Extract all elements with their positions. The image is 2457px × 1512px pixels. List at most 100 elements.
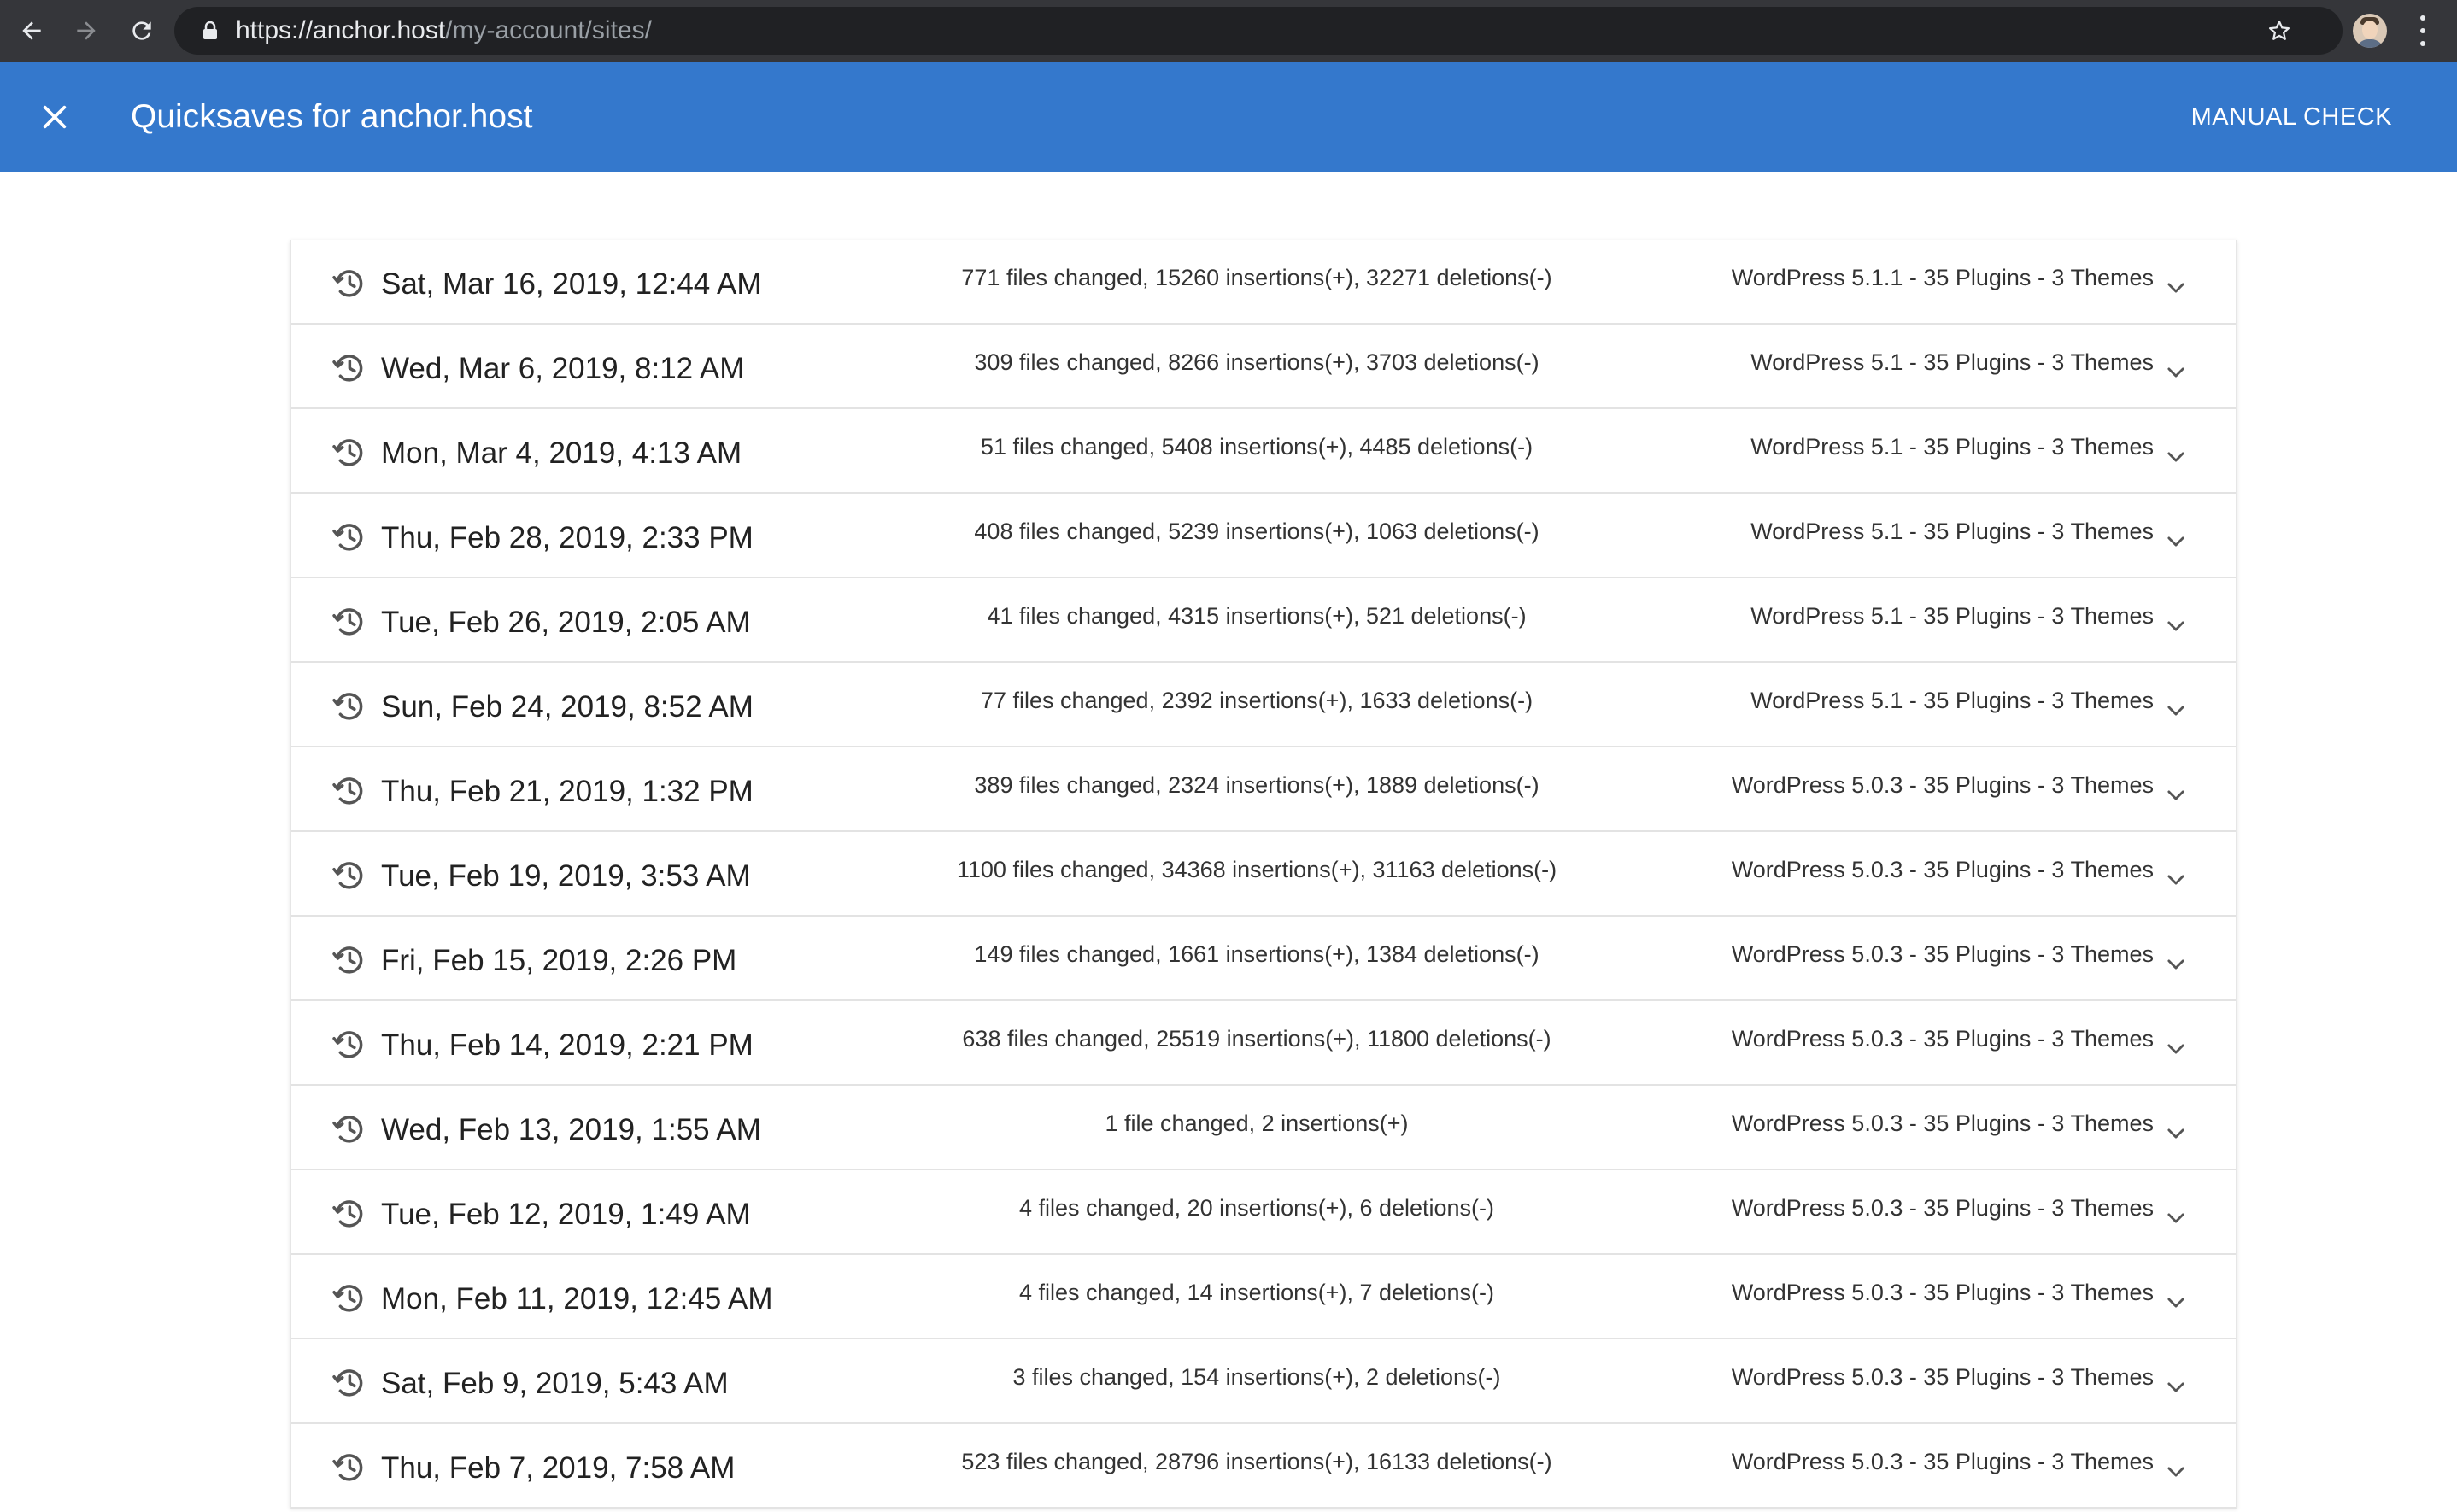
quicksave-date: Sun, Feb 24, 2019, 8:52 AM (381, 690, 754, 724)
quicksave-changes: 4 files changed, 14 insertions(+), 7 del… (1018, 1280, 1495, 1305)
quicksave-row[interactable]: Fri, Feb 15, 2019, 2:26 PM 149 files cha… (291, 917, 2236, 1001)
address-bar[interactable]: https://anchor.host/my-account/sites/ (174, 7, 2343, 55)
quicksave-row[interactable]: Thu, Feb 28, 2019, 2:33 PM 408 files cha… (291, 494, 2236, 578)
restore-icon (332, 1031, 363, 1058)
quicksave-summary: WordPress 5.0.3 - 35 Plugins - 3 Themes (1731, 1195, 2154, 1221)
page-title: Quicksaves for anchor.host (131, 98, 533, 135)
quicksave-date: Tue, Feb 19, 2019, 3:53 AM (381, 859, 751, 893)
chevron-down-icon[interactable] (2164, 1206, 2188, 1230)
quicksave-summary: WordPress 5.0.3 - 35 Plugins - 3 Themes (1731, 1111, 2154, 1136)
quicksave-row[interactable]: Thu, Feb 21, 2019, 1:32 PM 389 files cha… (291, 747, 2236, 832)
url-host: https://anchor.host (236, 16, 446, 44)
reload-button[interactable] (124, 13, 160, 49)
quicksave-changes: 4 files changed, 20 insertions(+), 6 del… (1018, 1195, 1495, 1221)
quicksave-date: Wed, Feb 13, 2019, 1:55 AM (381, 1113, 761, 1146)
restore-icon (332, 693, 363, 720)
quicksave-summary: WordPress 5.0.3 - 35 Plugins - 3 Themes (1731, 772, 2154, 798)
quicksave-changes: 771 files changed, 15260 insertions(+), … (961, 265, 1552, 290)
quicksave-summary: WordPress 5.1 - 35 Plugins - 3 Themes (1750, 434, 2154, 460)
quicksave-summary: WordPress 5.1 - 35 Plugins - 3 Themes (1750, 688, 2154, 713)
quicksave-date: Fri, Feb 15, 2019, 2:26 PM (381, 944, 737, 977)
arrow-left-icon (22, 21, 41, 40)
chevron-down-icon[interactable] (2164, 1291, 2188, 1315)
quicksave-changes: 3 files changed, 154 insertions(+), 2 de… (1012, 1364, 1501, 1390)
quicksave-row[interactable]: Mon, Mar 4, 2019, 4:13 AM 51 files chang… (291, 409, 2236, 494)
restore-icon (332, 1116, 363, 1143)
quicksave-summary: WordPress 5.0.3 - 35 Plugins - 3 Themes (1731, 941, 2154, 967)
kebab-menu-icon[interactable] (2414, 15, 2431, 46)
quicksave-date: Wed, Mar 6, 2019, 8:12 AM (381, 352, 745, 385)
quicksave-row[interactable]: Thu, Feb 14, 2019, 2:21 PM 638 files cha… (291, 1001, 2236, 1086)
chevron-down-icon[interactable] (2164, 276, 2188, 300)
chevron-down-icon[interactable] (2164, 1460, 2188, 1484)
quicksave-row[interactable]: Thu, Feb 7, 2019, 7:58 AM 523 files chan… (291, 1424, 2236, 1509)
chevron-down-icon[interactable] (2164, 530, 2188, 554)
chevron-down-icon[interactable] (2164, 1375, 2188, 1399)
restore-icon (332, 862, 363, 889)
quicksave-summary: WordPress 5.0.3 - 35 Plugins - 3 Themes (1731, 1449, 2154, 1474)
quicksave-row[interactable]: Wed, Mar 6, 2019, 8:12 AM 309 files chan… (291, 325, 2236, 409)
quicksave-changes: 51 files changed, 5408 insertions(+), 44… (980, 434, 1533, 460)
quicksave-changes: 389 files changed, 2324 insertions(+), 1… (974, 772, 1539, 798)
quicksave-row[interactable]: Sat, Mar 16, 2019, 12:44 AM 771 files ch… (291, 240, 2236, 325)
back-button[interactable] (14, 13, 50, 49)
quicksave-row[interactable]: Mon, Feb 11, 2019, 12:45 AM 4 files chan… (291, 1255, 2236, 1339)
restore-icon (332, 1285, 363, 1312)
chevron-down-icon[interactable] (2164, 445, 2188, 469)
quicksave-summary: WordPress 5.0.3 - 35 Plugins - 3 Themes (1731, 1026, 2154, 1052)
quicksave-date: Sat, Feb 9, 2019, 5:43 AM (381, 1367, 729, 1400)
reload-icon (132, 21, 151, 40)
restore-icon (332, 524, 363, 551)
chevron-down-icon[interactable] (2164, 952, 2188, 976)
quicksave-changes: 638 files changed, 25519 insertions(+), … (962, 1026, 1551, 1052)
chevron-down-icon[interactable] (2164, 699, 2188, 723)
manual-check-button[interactable]: MANUAL CHECK (2191, 62, 2392, 172)
restore-icon (332, 355, 363, 382)
forward-button[interactable] (68, 13, 104, 49)
browser-toolbar: https://anchor.host/my-account/sites/ (0, 0, 2457, 62)
quicksave-row[interactable]: Wed, Feb 13, 2019, 1:55 AM 1 file change… (291, 1086, 2236, 1170)
profile-avatar[interactable] (2353, 14, 2387, 48)
quicksave-date: Thu, Feb 7, 2019, 7:58 AM (381, 1451, 736, 1485)
quicksave-changes: 309 files changed, 8266 insertions(+), 3… (974, 349, 1539, 375)
quicksave-changes: 408 files changed, 5239 insertions(+), 1… (974, 519, 1539, 544)
chevron-down-icon[interactable] (2164, 1122, 2188, 1146)
quicksave-row[interactable]: Sat, Feb 9, 2019, 5:43 AM 3 files change… (291, 1339, 2236, 1424)
chevron-down-icon[interactable] (2164, 783, 2188, 807)
restore-icon (332, 777, 363, 805)
quicksave-changes: 77 files changed, 2392 insertions(+), 16… (980, 688, 1533, 713)
quicksave-summary: WordPress 5.0.3 - 35 Plugins - 3 Themes (1731, 1280, 2154, 1305)
chevron-down-icon[interactable] (2164, 360, 2188, 384)
chevron-down-icon[interactable] (2164, 868, 2188, 892)
quicksave-changes: 1100 files changed, 34368 insertions(+),… (956, 857, 1557, 882)
quicksave-date: Tue, Feb 26, 2019, 2:05 AM (381, 606, 751, 639)
restore-icon (332, 439, 363, 466)
chevron-down-icon[interactable] (2164, 614, 2188, 638)
quicksave-date: Thu, Feb 14, 2019, 2:21 PM (381, 1029, 754, 1062)
quicksave-changes: 1 file changed, 2 insertions(+) (1105, 1111, 1409, 1136)
quicksave-row[interactable]: Tue, Feb 26, 2019, 2:05 AM 41 files chan… (291, 578, 2236, 663)
restore-icon (332, 1454, 363, 1481)
quicksave-date: Thu, Feb 21, 2019, 1:32 PM (381, 775, 754, 808)
quicksave-summary: WordPress 5.1 - 35 Plugins - 3 Themes (1750, 519, 2154, 544)
close-button[interactable] (34, 97, 75, 138)
quicksave-date: Tue, Feb 12, 2019, 1:49 AM (381, 1198, 751, 1231)
quicksave-changes: 41 files changed, 4315 insertions(+), 52… (987, 603, 1527, 629)
quicksave-row[interactable]: Tue, Feb 12, 2019, 1:49 AM 4 files chang… (291, 1170, 2236, 1255)
restore-icon (332, 1369, 363, 1397)
restore-icon (332, 608, 363, 636)
lock-icon (203, 21, 217, 39)
quicksave-summary: WordPress 5.1.1 - 35 Plugins - 3 Themes (1731, 265, 2154, 290)
quicksave-changes: 149 files changed, 1661 insertions(+), 1… (974, 941, 1539, 967)
chevron-down-icon[interactable] (2164, 1037, 2188, 1061)
quicksave-date: Mon, Feb 11, 2019, 12:45 AM (381, 1282, 773, 1316)
close-icon (43, 105, 67, 129)
quicksave-list: Sat, Mar 16, 2019, 12:44 AM 771 files ch… (290, 240, 2237, 1509)
quicksave-summary: WordPress 5.1 - 35 Plugins - 3 Themes (1750, 349, 2154, 375)
bookmark-star-button[interactable] (2266, 17, 2293, 44)
quicksave-row[interactable]: Sun, Feb 24, 2019, 8:52 AM 77 files chan… (291, 663, 2236, 747)
quicksave-row[interactable]: Tue, Feb 19, 2019, 3:53 AM 1100 files ch… (291, 832, 2236, 917)
restore-icon (332, 946, 363, 974)
star-icon (2269, 21, 2290, 40)
quicksave-summary: WordPress 5.1 - 35 Plugins - 3 Themes (1750, 603, 2154, 629)
